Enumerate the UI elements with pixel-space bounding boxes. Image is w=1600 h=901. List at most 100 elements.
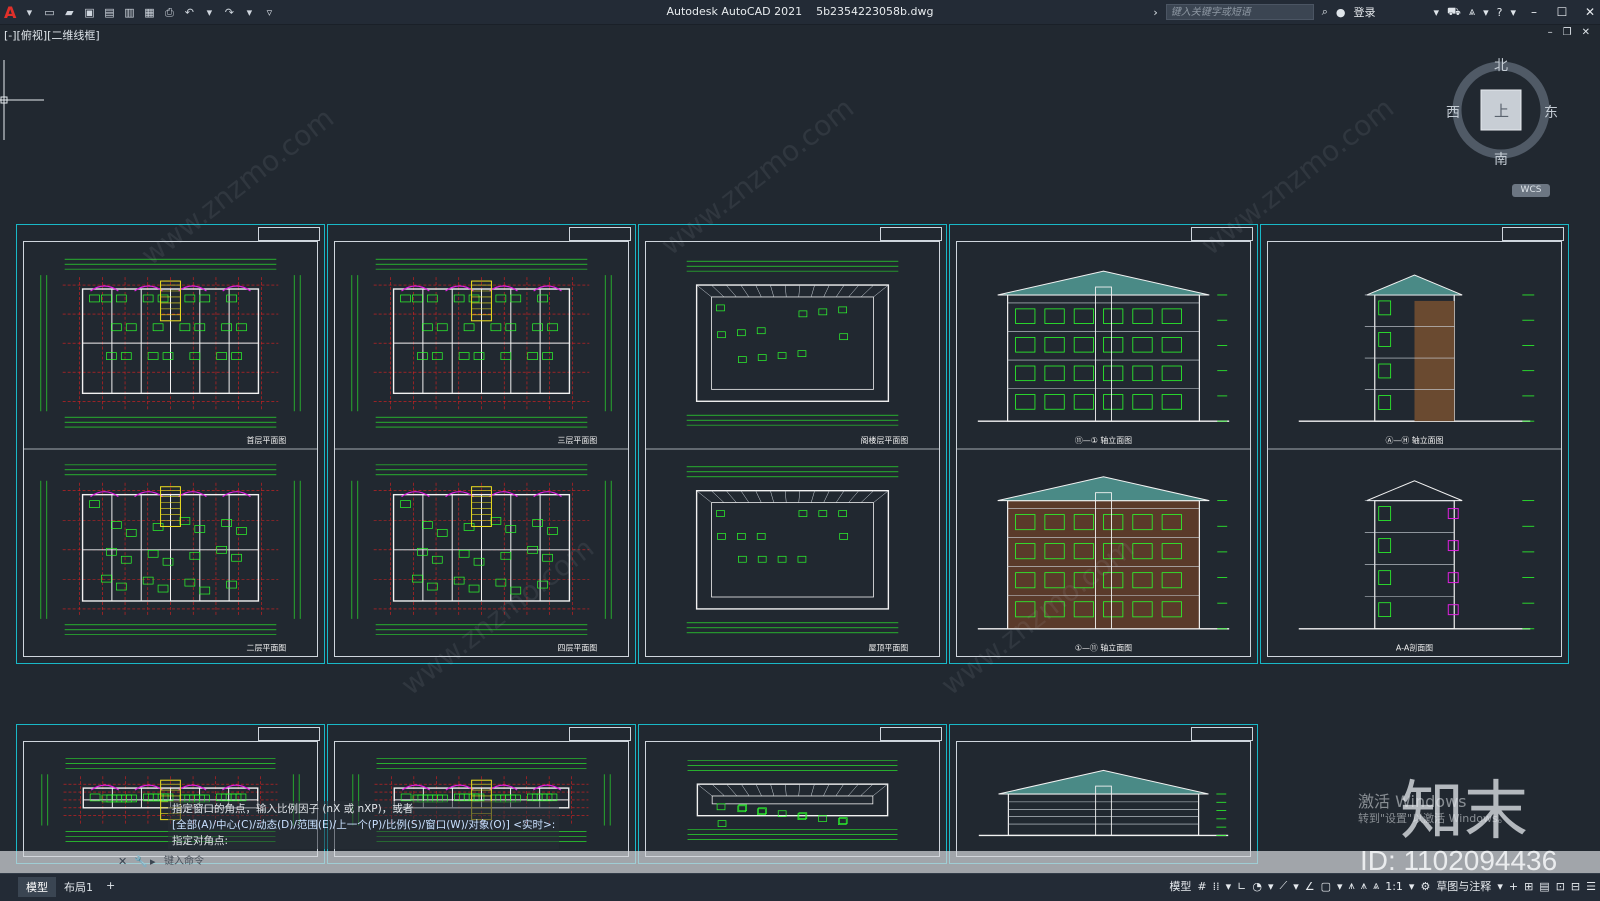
workspace-dropdown-icon[interactable]: ▾ <box>1497 880 1503 893</box>
annotation-scale-value[interactable]: 1:1 <box>1385 880 1403 893</box>
expand-search-icon[interactable]: › <box>1153 6 1157 19</box>
redo-icon[interactable]: ↷ <box>222 6 236 20</box>
object-snap-tracking-icon[interactable]: ∠ <box>1305 880 1315 893</box>
save-icon[interactable]: ▣ <box>82 6 96 20</box>
object-snap-icon[interactable]: ▢ <box>1321 880 1331 893</box>
open-icon[interactable]: ▰ <box>62 6 76 20</box>
undo-dropdown-icon[interactable]: ▾ <box>202 6 216 20</box>
annotation-monitor-icon[interactable]: + <box>1509 880 1518 893</box>
tab-add-layout[interactable]: + <box>98 877 123 894</box>
wall-outline <box>696 783 889 817</box>
command-input[interactable]: 键入命令 <box>164 855 1344 869</box>
print-icon[interactable]: ⎙ <box>162 6 176 20</box>
viewcube-north[interactable]: 北 <box>1494 55 1508 75</box>
window <box>1378 363 1392 379</box>
window <box>1378 602 1392 618</box>
furniture <box>152 323 164 332</box>
cad-drawing: 首层平面图二层平面图 <box>22 258 319 653</box>
cad-drawing: 阁楼层平面图屋顶平面图 <box>644 260 941 653</box>
minimize-icon[interactable]: – <box>1524 5 1544 19</box>
maximize-icon[interactable]: ☐ <box>1552 5 1572 19</box>
viewcube-west[interactable]: 西 <box>1446 102 1460 122</box>
undo-icon[interactable]: ↶ <box>182 6 196 20</box>
scale-dropdown-icon[interactable]: ▾ <box>1409 880 1415 893</box>
isodraft-icon[interactable]: ⟋ <box>1280 879 1288 893</box>
viewcube-east[interactable]: 东 <box>1544 102 1558 122</box>
auto-scale-icon[interactable]: ⩚ <box>1361 879 1367 893</box>
facade <box>1007 793 1200 836</box>
workspace-switch[interactable]: 草图与注释 <box>1436 878 1491 894</box>
doc-minimize-icon[interactable]: – <box>1548 27 1553 38</box>
model-space-button[interactable]: 模型 <box>1169 878 1191 894</box>
roof-hatch <box>741 784 750 797</box>
plot-preview-icon[interactable]: ▥ <box>122 6 136 20</box>
furniture <box>147 549 159 558</box>
doc-close-icon[interactable]: ✕ <box>1582 27 1590 38</box>
snap-icon[interactable]: ⁞⁞ <box>1213 880 1220 893</box>
customize-icon[interactable]: ▿ <box>262 6 276 20</box>
polar-dropdown-icon[interactable]: ▾ <box>1268 880 1274 893</box>
snap-dropdown-icon[interactable]: ▾ <box>1226 880 1232 893</box>
isolate-objects-icon[interactable]: ⊟ <box>1571 880 1580 893</box>
saveas-icon[interactable]: ▤ <box>102 6 116 20</box>
close-icon[interactable]: ✕ <box>1580 5 1600 19</box>
drawing-sheet: 三层平面图 四层平面图 <box>327 224 636 664</box>
viewport-controls[interactable]: [-][俯视][二维线框] <box>4 27 100 43</box>
login-button[interactable]: 登录 <box>1354 4 1376 20</box>
command-history-line: 指定窗口的角点，输入比例因子 (nX 或 nXP)，或者 <box>172 803 414 815</box>
ortho-icon[interactable]: ∟ <box>1237 880 1246 893</box>
help-dropdown-icon[interactable]: ▾ <box>1510 6 1516 19</box>
drawing-sheet <box>638 724 947 864</box>
roof <box>1366 480 1463 502</box>
furniture <box>838 510 847 517</box>
annotation-visibility-icon[interactable]: ⩚ <box>1349 879 1355 893</box>
quick-properties-icon[interactable]: ▤ <box>1539 880 1549 893</box>
grid-icon[interactable]: # <box>1197 880 1206 893</box>
autodesk-a360-icon[interactable]: ⩓ <box>1469 5 1475 19</box>
cad-drawing <box>687 760 898 840</box>
tab-layout1[interactable]: 布局1 <box>56 877 101 897</box>
window <box>1073 394 1094 410</box>
a360-dropdown-icon[interactable]: ▾ <box>1483 6 1489 19</box>
help-icon[interactable]: ? <box>1497 6 1503 19</box>
command-line-customize-icon[interactable]: 🔧 <box>134 855 148 868</box>
furniture <box>120 555 132 564</box>
wcs-menu[interactable]: WCS <box>1512 184 1550 197</box>
furniture <box>226 580 237 589</box>
window <box>1073 365 1094 382</box>
search-input[interactable]: 键入关键字或短语 <box>1165 4 1314 20</box>
units-icon[interactable]: ⊞ <box>1524 880 1533 893</box>
viewcube[interactable]: 北 南 东 西 上 <box>1440 52 1570 202</box>
furniture <box>547 527 558 535</box>
cart-icon[interactable]: ⛟ <box>1447 5 1461 20</box>
viewcube-south[interactable]: 南 <box>1494 149 1508 169</box>
hardware-acceleration-icon[interactable]: ⊡ <box>1556 880 1565 893</box>
doc-restore-icon[interactable]: ❐ <box>1563 27 1572 38</box>
tab-model[interactable]: 模型 <box>18 877 56 897</box>
furniture <box>458 352 470 360</box>
command-line-recent-icon[interactable]: ▸ <box>150 855 156 868</box>
new-icon[interactable]: ▭ <box>42 6 56 20</box>
object-snap-dropdown-icon[interactable]: ▾ <box>1337 880 1343 893</box>
furniture <box>142 576 154 585</box>
app-menu-chevron-icon[interactable]: ▾ <box>22 6 36 20</box>
user-icon[interactable]: ● <box>1336 6 1346 19</box>
annotation-scale-icon[interactable]: ⩓ <box>1373 879 1379 893</box>
redo-dropdown-icon[interactable]: ▾ <box>242 6 256 20</box>
isodraft-dropdown-icon[interactable]: ▾ <box>1293 880 1299 893</box>
login-dropdown-icon[interactable]: ▾ <box>1434 6 1440 19</box>
publish-icon[interactable]: ▦ <box>142 6 156 20</box>
command-line-close-icon[interactable]: ✕ <box>118 855 127 868</box>
furniture <box>101 574 112 583</box>
polar-icon[interactable]: ◔ <box>1252 880 1262 893</box>
search-icon[interactable]: ⌕ <box>1322 5 1328 19</box>
furniture <box>532 323 543 332</box>
furniture <box>412 294 423 303</box>
roof-hatch <box>872 783 888 797</box>
furniture <box>537 294 548 303</box>
application-menu-button[interactable]: A <box>4 3 16 22</box>
furniture <box>226 294 237 303</box>
viewcube-top-face[interactable]: 上 <box>1494 100 1509 121</box>
customization-icon[interactable]: ☰ <box>1586 880 1596 893</box>
workspace-gear-icon[interactable]: ⚙ <box>1420 880 1430 893</box>
